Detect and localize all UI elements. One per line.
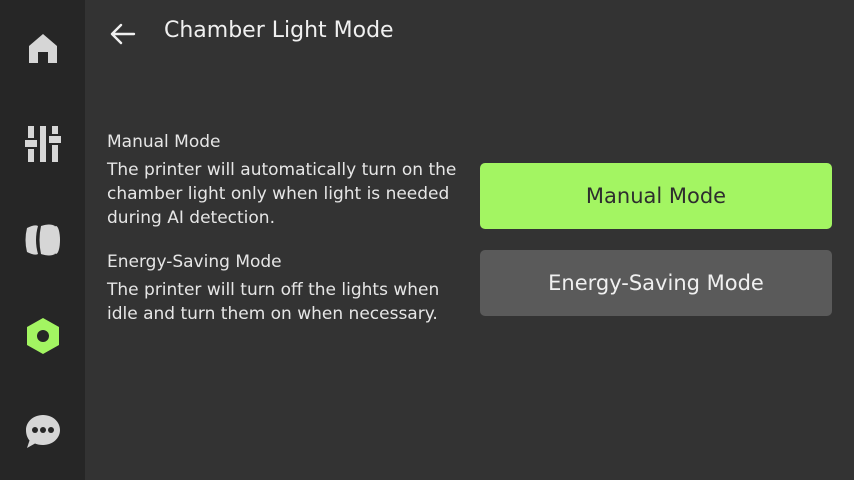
energy-saving-mode-button[interactable]: Energy-Saving Mode [480, 250, 832, 316]
energy-saving-mode-description-text: The printer will turn off the lights whe… [107, 280, 440, 324]
manual-mode-description: Manual Mode The printer will automatical… [107, 130, 457, 230]
sidebar-nav [0, 0, 85, 480]
settings-nut-icon [26, 318, 59, 354]
home-icon [28, 34, 57, 63]
nav-item-filament[interactable] [0, 192, 85, 288]
manual-mode-description-title: Manual Mode [107, 132, 221, 152]
screen: Chamber Light Mode Manual Mode The print… [0, 0, 854, 480]
nav-item-messages[interactable] [0, 384, 85, 480]
nav-item-settings[interactable] [0, 288, 85, 384]
page-title: Chamber Light Mode [164, 18, 394, 43]
nav-item-controls[interactable] [0, 96, 85, 192]
manual-mode-description-text: The printer will automatically turn on t… [107, 160, 457, 228]
manual-mode-button[interactable]: Manual Mode [480, 163, 832, 229]
header: Chamber Light Mode [85, 0, 854, 66]
nav-item-home[interactable] [0, 0, 85, 96]
arrow-left-icon [110, 23, 136, 45]
filament-icon [25, 224, 60, 256]
sliders-icon [24, 126, 61, 162]
chat-bubble-icon [25, 415, 60, 448]
energy-saving-mode-description: Energy-Saving Mode The printer will turn… [107, 250, 457, 326]
energy-saving-mode-description-title: Energy-Saving Mode [107, 252, 282, 272]
back-button[interactable] [103, 14, 143, 54]
